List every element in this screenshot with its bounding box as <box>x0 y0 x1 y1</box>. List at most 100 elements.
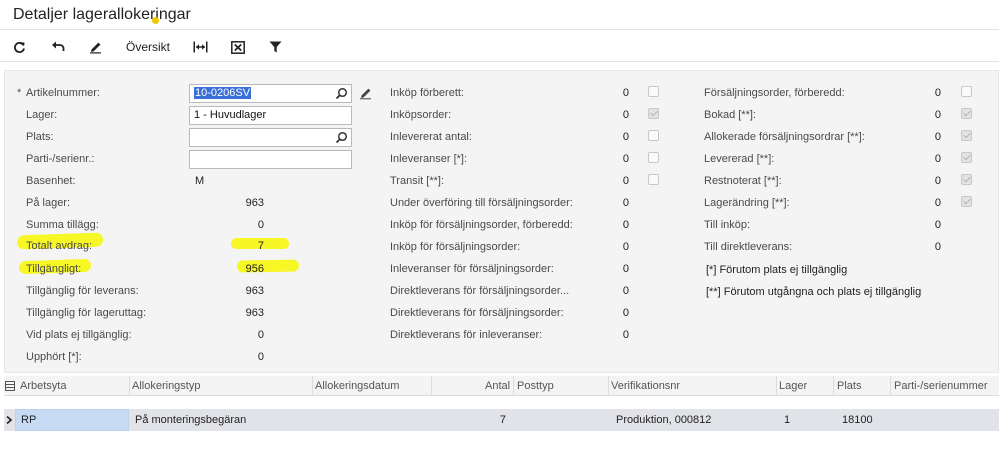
mid-value: 0 <box>622 87 629 99</box>
right-label: Lagerändring [**]: <box>704 197 790 209</box>
col-parti-serienummer[interactable]: Parti-/serienummer <box>894 380 988 392</box>
right-value: 0 <box>934 219 941 231</box>
fit-columns-button[interactable] <box>190 36 210 58</box>
refresh-button[interactable] <box>10 36 28 58</box>
summa-tillagg-label: Summa tillägg: <box>26 219 99 231</box>
column-divider <box>312 376 313 396</box>
checkbox[interactable] <box>961 108 972 119</box>
col-arbetsyta[interactable]: Arbetsyta <box>20 380 66 392</box>
col-verifikationsnr[interactable]: Verifikationsnr <box>611 380 680 392</box>
mid-value: 0 <box>622 197 629 209</box>
mid-label: Inköpsorder: <box>390 109 452 121</box>
right-value: 0 <box>934 87 941 99</box>
overview-button[interactable]: Översikt <box>124 36 172 58</box>
upphort-label: Upphört [*]: <box>26 351 82 363</box>
checkbox[interactable] <box>648 152 659 163</box>
edit-button[interactable] <box>86 36 104 58</box>
allocations-grid: Arbetsyta Allokeringstyp Allokeringsdatu… <box>4 376 999 472</box>
mid-label: Inlevererat antal: <box>390 131 472 143</box>
mid-value: 0 <box>622 285 629 297</box>
pa-lager-label: På lager: <box>26 197 71 209</box>
col-allokeringsdatum[interactable]: Allokeringsdatum <box>315 380 399 392</box>
cell-verifikationsnr[interactable]: Produktion, 000812 <box>616 414 711 426</box>
col-plats[interactable]: Plats <box>837 380 861 392</box>
right-label: Till inköp: <box>704 219 751 231</box>
checkbox[interactable] <box>961 174 972 185</box>
mid-label: Direktleverans för inleveranser: <box>390 329 543 341</box>
col-allokeringstyp[interactable]: Allokeringstyp <box>132 380 200 392</box>
totalt-avdrag-label: Totalt avdrag: <box>26 240 93 252</box>
artikelnummer-label: Artikelnummer: <box>26 87 100 99</box>
cell-plats[interactable]: 18100 <box>842 414 873 426</box>
mid-label: Inköp för försäljningsorder, förberedd: <box>390 219 573 231</box>
mid-value: 0 <box>622 307 629 319</box>
right-value: 0 <box>934 175 941 187</box>
mid-label: Inköp för försäljningsorder: <box>390 241 521 253</box>
mid-value: 0 <box>622 153 629 165</box>
checkbox[interactable] <box>961 130 972 141</box>
column-divider <box>890 376 891 396</box>
table-row[interactable]: RP På monteringsbegäran 7 Produktion, 00… <box>4 409 999 431</box>
parti-label: Parti-/serienr.: <box>26 153 95 165</box>
export-button[interactable] <box>228 36 248 58</box>
filter-button[interactable] <box>266 36 284 58</box>
checkbox[interactable] <box>961 152 972 163</box>
right-value: 0 <box>934 153 941 165</box>
cell-arbetsyta[interactable]: RP <box>21 414 36 426</box>
footnote-2: [**] Förutom utgångna och plats ej tillg… <box>706 286 922 298</box>
cell-lager[interactable]: 1 <box>784 414 790 426</box>
cell-antal[interactable]: 7 <box>500 414 506 426</box>
mid-value: 0 <box>622 131 629 143</box>
tillgangligt-label: Tillgängligt: <box>26 263 82 275</box>
mid-label: Inleveranser [*]: <box>390 153 468 165</box>
undo-button[interactable] <box>48 36 68 58</box>
pencil-icon <box>89 42 101 53</box>
page-title: Detaljer lagerallokeringar <box>13 6 191 23</box>
checkbox[interactable] <box>961 86 972 97</box>
edit-item-icon[interactable] <box>359 87 372 100</box>
right-value: 0 <box>934 241 941 253</box>
grid-header: Arbetsyta Allokeringstyp Allokeringsdatu… <box>4 376 999 396</box>
summa-tillagg-value: 0 <box>257 219 264 231</box>
mid-value: 0 <box>622 241 629 253</box>
refresh-icon <box>13 41 25 53</box>
tillganglig-leverans-label: Tillgänglig för leverans: <box>26 285 139 297</box>
search-icon[interactable] <box>335 87 348 100</box>
right-value: 0 <box>934 197 941 209</box>
mid-label: Direktleverans för försäljningsorder: <box>390 307 564 319</box>
right-label: Bokad [**]: <box>704 109 756 121</box>
checkbox[interactable] <box>648 108 659 119</box>
right-label: Till direktleverans: <box>704 241 793 253</box>
plats-label: Plats: <box>26 131 54 143</box>
column-divider <box>513 376 514 396</box>
checkbox[interactable] <box>648 130 659 141</box>
search-icon[interactable] <box>335 131 348 144</box>
lager-field[interactable]: 1 - Huvudlager <box>189 106 352 125</box>
artikelnummer-field[interactable]: 10-0206SV <box>189 84 352 103</box>
mid-label: Direktleverans för försäljningsorder... <box>390 285 570 297</box>
lager-label: Lager: <box>26 109 58 121</box>
checkbox[interactable] <box>961 196 972 207</box>
checkbox[interactable] <box>648 86 659 97</box>
col-antal[interactable]: Antal <box>485 380 510 392</box>
cell-allokeringstyp[interactable]: På monteringsbegäran <box>135 414 246 426</box>
required-marker: * <box>17 87 22 99</box>
vid-plats-value: 0 <box>257 329 264 341</box>
pa-lager-value: 963 <box>245 197 264 209</box>
summary-form: * Artikelnummer: 10-0206SV Lager: 1 - Hu… <box>4 70 999 373</box>
tillganglig-lageruttag-value: 963 <box>245 307 264 319</box>
col-posttyp[interactable]: Posttyp <box>517 380 554 392</box>
col-lager[interactable]: Lager <box>779 380 807 392</box>
basenhet-value: M <box>195 175 205 187</box>
right-value: 0 <box>934 131 941 143</box>
column-divider <box>776 376 777 396</box>
export-excel-icon <box>231 40 245 54</box>
mid-label: Inleveranser för försäljningsorder: <box>390 263 554 275</box>
undo-icon <box>52 41 65 51</box>
lager-value: 1 - Huvudlager <box>194 109 267 121</box>
column-divider <box>608 376 609 396</box>
column-settings-icon[interactable] <box>5 381 15 391</box>
checkbox[interactable] <box>648 174 659 185</box>
parti-field[interactable] <box>189 150 352 169</box>
plats-field[interactable] <box>189 128 352 147</box>
